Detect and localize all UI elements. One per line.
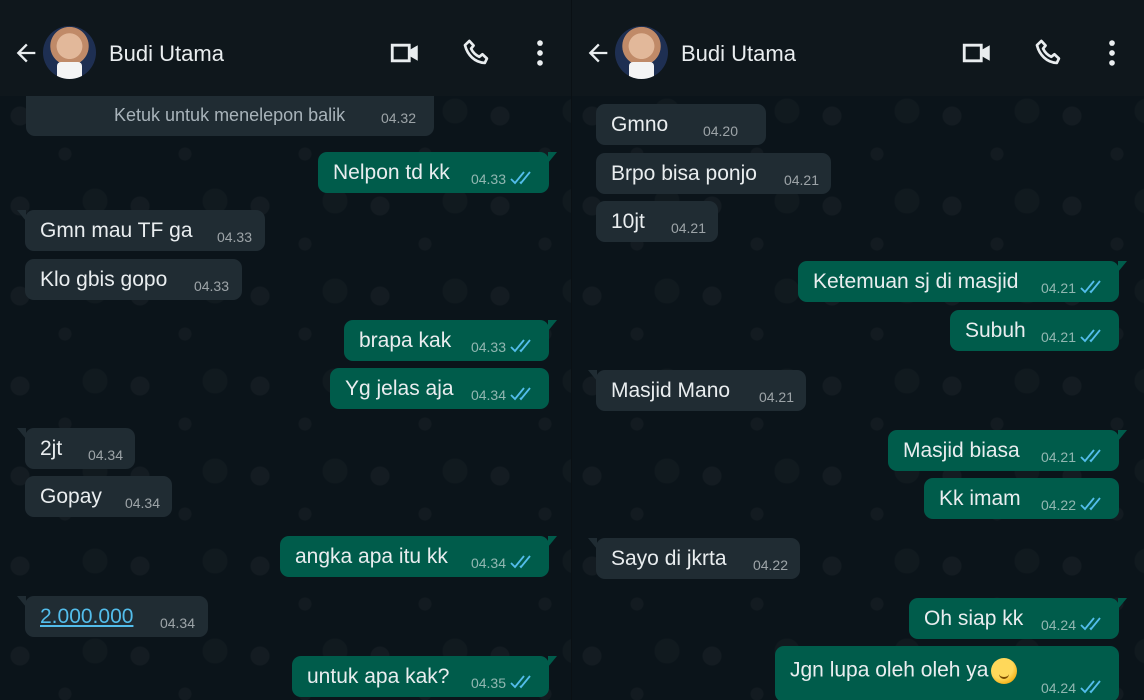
message-time: 04.34 xyxy=(470,387,506,403)
message-text: Nelpon td kk xyxy=(333,161,450,184)
avatar[interactable] xyxy=(43,26,96,79)
chat-panel-right: Budi Utama Gmno 04.20 Brpo bisa ponjo 04… xyxy=(572,0,1144,700)
message-bubble-outgoing[interactable]: untuk apa kak? 04.35 xyxy=(292,656,557,697)
message-bubble-incoming[interactable]: Sayo di jkrta 04.22 xyxy=(588,538,800,579)
message-text: Masjid biasa xyxy=(903,439,1020,462)
message-bubble-outgoing[interactable]: Oh siap kk 04.24 xyxy=(909,598,1127,639)
double-check-icon xyxy=(510,339,531,353)
double-check-icon xyxy=(1080,617,1101,631)
phone-icon[interactable] xyxy=(1032,36,1066,70)
message-time: 04.34 xyxy=(159,615,195,631)
message-bubble-outgoing[interactable]: Yg jelas aja 04.34 xyxy=(330,368,549,409)
message-time: 04.21 xyxy=(783,172,819,188)
message-text: Masjid Mano xyxy=(611,379,731,402)
message-text: Ketemuan sj di masjid xyxy=(813,270,1019,293)
phone-icon[interactable] xyxy=(460,36,494,70)
message-bubble-outgoing[interactable]: angka apa itu kk 04.34 xyxy=(280,536,557,577)
message-bubble-outgoing[interactable]: Subuh 04.21 xyxy=(950,310,1119,351)
message-time: 04.21 xyxy=(1040,449,1076,465)
message-time: 04.33 xyxy=(470,339,506,355)
message-text: Kk imam xyxy=(939,487,1021,510)
message-time: 04.21 xyxy=(1040,280,1076,296)
message-text: Sayo di jkrta xyxy=(611,547,727,570)
message-time: 04.32 xyxy=(380,110,416,126)
message-bubble-incoming[interactable]: Brpo bisa ponjo 04.21 xyxy=(596,153,831,194)
double-check-icon xyxy=(1080,497,1101,511)
message-bubble-outgoing[interactable]: brapa kak 04.33 xyxy=(344,320,557,361)
video-camera-icon[interactable] xyxy=(388,36,422,70)
message-text: Oh siap kk xyxy=(924,607,1024,630)
message-bubble-incoming[interactable]: 10jt 04.21 xyxy=(596,201,718,242)
chat-panel-left: Budi Utama Ketuk untuk menelepon balik 0… xyxy=(0,0,572,700)
message-bubble-incoming[interactable]: 2jt 04.34 xyxy=(17,428,135,469)
message-time: 04.20 xyxy=(702,123,738,139)
message-time: 04.34 xyxy=(87,447,123,463)
message-time: 04.22 xyxy=(752,557,788,573)
message-text: Jgn lupa oleh oleh ya xyxy=(790,658,1017,684)
message-text: Gmno xyxy=(611,113,669,136)
chat-area[interactable]: Gmno 04.20 Brpo bisa ponjo 04.21 10jt 04… xyxy=(572,96,1144,700)
message-text: 10jt xyxy=(611,210,645,233)
message-text: brapa kak xyxy=(359,329,452,352)
call-notice-text: Ketuk untuk menelepon balik xyxy=(114,105,346,125)
more-vertical-icon[interactable] xyxy=(523,36,557,70)
message-time: 04.21 xyxy=(758,389,794,405)
message-time: 04.21 xyxy=(1040,329,1076,345)
double-check-icon xyxy=(1080,280,1101,294)
message-text: Brpo bisa ponjo xyxy=(611,162,757,185)
message-text: angka apa itu kk xyxy=(295,545,448,568)
message-time: 04.22 xyxy=(1040,497,1076,513)
avatar[interactable] xyxy=(615,26,668,79)
double-check-icon xyxy=(510,171,531,185)
call-notice-bubble[interactable]: Ketuk untuk menelepon balik 04.32 xyxy=(26,96,434,136)
contact-name[interactable]: Budi Utama xyxy=(681,41,796,67)
message-text: Klo gbis gopo xyxy=(40,268,168,291)
chat-area[interactable]: Ketuk untuk menelepon balik 04.32 Nelpon… xyxy=(0,96,571,700)
message-bubble-incoming[interactable]: Klo gbis gopo 04.33 xyxy=(25,259,242,300)
message-text: untuk apa kak? xyxy=(307,665,450,688)
message-bubble-incoming[interactable]: Masjid Mano 04.21 xyxy=(588,370,806,411)
double-check-icon xyxy=(510,555,531,569)
chat-header: Budi Utama xyxy=(572,0,1144,96)
message-text-content: Jgn lupa oleh oleh ya xyxy=(790,658,989,682)
double-check-icon xyxy=(1080,680,1101,694)
message-bubble-outgoing[interactable]: Masjid biasa 04.21 xyxy=(888,430,1127,471)
message-time: 04.21 xyxy=(670,220,706,236)
message-bubble-outgoing[interactable]: Kk imam 04.22 xyxy=(924,478,1119,519)
message-bubble-incoming[interactable]: 2.000.000 04.34 xyxy=(17,596,208,637)
more-vertical-icon[interactable] xyxy=(1095,36,1129,70)
message-time: 04.33 xyxy=(216,229,252,245)
message-time: 04.34 xyxy=(470,555,506,571)
message-time: 04.24 xyxy=(1040,680,1076,696)
message-time: 04.24 xyxy=(1040,617,1076,633)
message-bubble-incoming[interactable]: Gmn mau TF ga 04.33 xyxy=(17,210,265,251)
message-text: Gmn mau TF ga xyxy=(40,219,193,242)
message-bubble-incoming[interactable]: Gopay 04.34 xyxy=(25,476,172,517)
message-bubble-outgoing[interactable]: Ketemuan sj di masjid 04.21 xyxy=(798,261,1127,302)
message-text: Gopay xyxy=(40,485,102,508)
double-check-icon xyxy=(1080,449,1101,463)
message-bubble-outgoing[interactable]: Jgn lupa oleh oleh ya 04.24 xyxy=(775,646,1119,700)
chat-header: Budi Utama xyxy=(0,0,571,96)
message-time: 04.35 xyxy=(470,675,506,691)
message-bubble-outgoing[interactable]: Nelpon td kk 04.33 xyxy=(318,152,557,193)
phone-number-link[interactable]: 2.000.000 xyxy=(40,606,133,627)
message-time: 04.33 xyxy=(193,278,229,294)
message-text: 2jt xyxy=(40,437,63,460)
arrow-left-icon[interactable] xyxy=(12,39,40,67)
double-check-icon xyxy=(1080,329,1101,343)
video-camera-icon[interactable] xyxy=(960,36,994,70)
contact-name[interactable]: Budi Utama xyxy=(109,41,224,67)
message-time: 04.34 xyxy=(124,495,160,511)
message-time: 04.33 xyxy=(470,171,506,187)
message-bubble-incoming[interactable]: Gmno 04.20 xyxy=(596,104,766,145)
double-check-icon xyxy=(510,387,531,401)
message-text: Subuh xyxy=(965,319,1026,342)
arrow-left-icon[interactable] xyxy=(584,39,612,67)
message-text: Yg jelas aja xyxy=(345,377,454,400)
hand-over-mouth-emoji xyxy=(990,658,1017,684)
split-screen: Budi Utama Ketuk untuk menelepon balik 0… xyxy=(0,0,1144,700)
double-check-icon xyxy=(510,675,531,689)
